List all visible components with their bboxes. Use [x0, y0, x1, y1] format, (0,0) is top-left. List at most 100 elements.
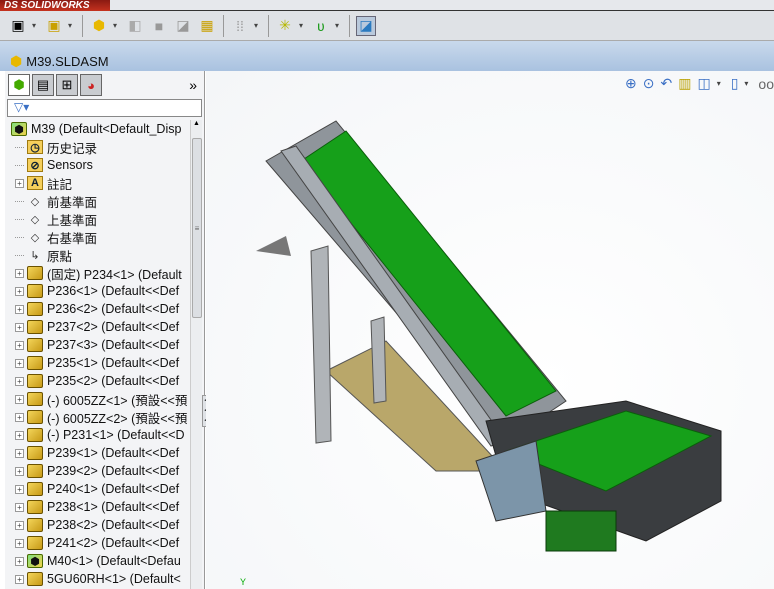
separator: [268, 14, 269, 37]
move-component-icon[interactable]: ◧: [125, 16, 145, 36]
tree-item-label: M40<1> (Default<Defau: [47, 554, 181, 568]
expand-toggle[interactable]: +: [15, 412, 24, 422]
tree-item-label: P236<1> (Default<<Def: [47, 284, 180, 298]
tree-item[interactable]: ◇ 上基準面: [5, 210, 191, 228]
expand-toggle[interactable]: +: [15, 538, 24, 548]
expand-toggle[interactable]: +: [15, 574, 24, 584]
expand-toggle[interactable]: +: [15, 448, 24, 458]
dropdown-icon[interactable]: ▾: [32, 21, 40, 30]
expand-toggle[interactable]: +: [15, 520, 24, 530]
tree-item[interactable]: + ⬢ M40<1> (Default<Defau: [5, 552, 191, 570]
expand-toggle[interactable]: +: [15, 268, 24, 278]
separator: [349, 14, 350, 37]
tree-item[interactable]: +5GU60RH<1> (Default<: [5, 570, 191, 588]
filter-box[interactable]: ▽▾: [7, 99, 202, 117]
expand-toggle[interactable]: +: [15, 322, 24, 332]
plane-icon: ◇: [30, 195, 40, 208]
document-title-bar: ⬢ M39.SLDASM: [0, 41, 774, 71]
expand-toggle[interactable]: +: [15, 286, 24, 296]
dropdown-icon[interactable]: ▾: [68, 21, 76, 30]
tree-item[interactable]: + P236<2> (Default<<Def: [5, 300, 191, 318]
part-icon: [27, 536, 43, 550]
expand-toggle[interactable]: +: [15, 340, 24, 350]
tree-item[interactable]: ◇ 右基準面: [5, 228, 191, 246]
expand-toggle[interactable]: +: [15, 304, 24, 314]
document-window: ⬢ M39.SLDASM ⬢ ▤ ⊞ ◕ » ▽▾ ⬢ M39 (Default<…: [0, 41, 774, 589]
expand-toggle[interactable]: +: [15, 394, 24, 404]
tree-item[interactable]: + P235<2> (Default<<Def: [5, 372, 191, 390]
tree-item[interactable]: ⬢ M39 (Default<Default_Disp: [5, 120, 191, 138]
tab-displaymanager[interactable]: ◕: [80, 74, 102, 96]
tab-propertymanager[interactable]: ▤: [32, 74, 54, 96]
part-icon: [27, 446, 43, 460]
tree-item[interactable]: + P241<2> (Default<<Def: [5, 534, 191, 552]
hide-show-icon[interactable]: ■: [149, 16, 169, 36]
title-bar: DS SOLIDWORKS: [0, 0, 774, 11]
tree-item[interactable]: + P240<1> (Default<<Def: [5, 480, 191, 498]
part-icon: [27, 410, 43, 424]
tree-item[interactable]: + A 註記: [5, 174, 191, 192]
tree-item[interactable]: ⊘ Sensors: [5, 156, 191, 174]
part-icon: [27, 320, 43, 334]
expand-toggle[interactable]: +: [15, 358, 24, 368]
tree-item[interactable]: + (-) P231<1> (Default<<D: [5, 426, 191, 444]
instant3d-icon[interactable]: ◪: [356, 15, 376, 36]
tree-item[interactable]: + (-) 6005ZZ<1> (預設<<預: [5, 390, 191, 408]
part-icon: [27, 356, 43, 370]
more-tabs-button[interactable]: »: [189, 77, 201, 93]
tree-item[interactable]: + P238<1> (Default<<Def: [5, 498, 191, 516]
dropdown-icon[interactable]: ▾: [113, 21, 121, 30]
tree-item-label: Sensors: [47, 158, 93, 172]
edit-component-icon[interactable]: ◪: [173, 16, 193, 36]
tab-configurationmanager[interactable]: ⊞: [56, 74, 78, 96]
tree-connector: [15, 164, 24, 166]
mate-icon[interactable]: ▣: [44, 16, 64, 36]
expand-toggle[interactable]: +: [15, 178, 24, 188]
tree-item-label: P238<1> (Default<<Def: [47, 500, 180, 514]
funnel-icon[interactable]: ▽▾: [14, 100, 29, 114]
tree-item-label: P237<2> (Default<<Def: [47, 320, 180, 334]
assembly-icon: ⬢: [10, 52, 23, 69]
tree-item[interactable]: ◇ 前基準面: [5, 192, 191, 210]
leg: [310, 245, 332, 444]
tree-item[interactable]: + P235<1> (Default<<Def: [5, 354, 191, 372]
dropdown-icon[interactable]: ▾: [254, 21, 262, 30]
tree-item[interactable]: + P239<2> (Default<<Def: [5, 462, 191, 480]
reference-geometry-icon[interactable]: ✳: [275, 16, 295, 36]
expand-toggle[interactable]: +: [15, 556, 24, 566]
graphics-viewport[interactable]: ⊕ ⊙ ↶ ▥ ◫ ▾ ▯ ▾ oo Y: [206, 71, 774, 589]
tree-item-label: (-) 6005ZZ<2> (預設<<預: [47, 411, 188, 426]
scroll-thumb[interactable]: ≡: [192, 138, 202, 318]
tree-item[interactable]: + P239<1> (Default<<Def: [5, 444, 191, 462]
pattern-icon[interactable]: ⁞⁞: [230, 16, 250, 36]
tree-item[interactable]: ◷ 历史记录: [5, 138, 191, 156]
dropdown-icon[interactable]: ▾: [299, 21, 307, 30]
insert-components-icon[interactable]: ▣: [8, 16, 28, 36]
tree-item[interactable]: + P238<2> (Default<<Def: [5, 516, 191, 534]
tab-featuremanager[interactable]: ⬢: [8, 74, 30, 96]
tree-item[interactable]: ↳ 原點: [5, 246, 191, 264]
conveyor-model[interactable]: [206, 71, 774, 589]
part-icon: [27, 374, 43, 388]
expand-toggle[interactable]: +: [15, 430, 24, 440]
tree-item-label: P241<2> (Default<<Def: [47, 536, 180, 550]
tree-item[interactable]: + P237<3> (Default<<Def: [5, 336, 191, 354]
part-icon: [27, 500, 43, 514]
expand-toggle[interactable]: +: [15, 466, 24, 476]
dropdown-icon[interactable]: ▾: [335, 21, 343, 30]
tree-item[interactable]: + (固定) P234<1> (Default: [5, 264, 191, 282]
expand-toggle[interactable]: +: [15, 376, 24, 386]
tree-item[interactable]: + (-) 6005ZZ<2> (預設<<預: [5, 408, 191, 426]
tree-item[interactable]: + P237<2> (Default<<Def: [5, 318, 191, 336]
part-icon: [27, 392, 43, 406]
expand-toggle[interactable]: +: [15, 502, 24, 512]
curves-icon[interactable]: ʋ: [311, 16, 331, 36]
tree-scrollbar[interactable]: ▲ ≡: [190, 120, 202, 589]
scroll-up-arrow[interactable]: ▲: [191, 120, 202, 127]
smart-fasteners-icon[interactable]: ▦: [197, 16, 217, 36]
feature-tree: ⬢ M39 (Default<Default_Disp ◷ 历史记录 ⊘ Sensors +…: [5, 120, 191, 589]
solidworks-logo: DS SOLIDWORKS: [0, 0, 110, 11]
component-icon[interactable]: ⬢: [89, 16, 109, 36]
expand-toggle[interactable]: +: [15, 484, 24, 494]
tree-item[interactable]: + P236<1> (Default<<Def: [5, 282, 191, 300]
